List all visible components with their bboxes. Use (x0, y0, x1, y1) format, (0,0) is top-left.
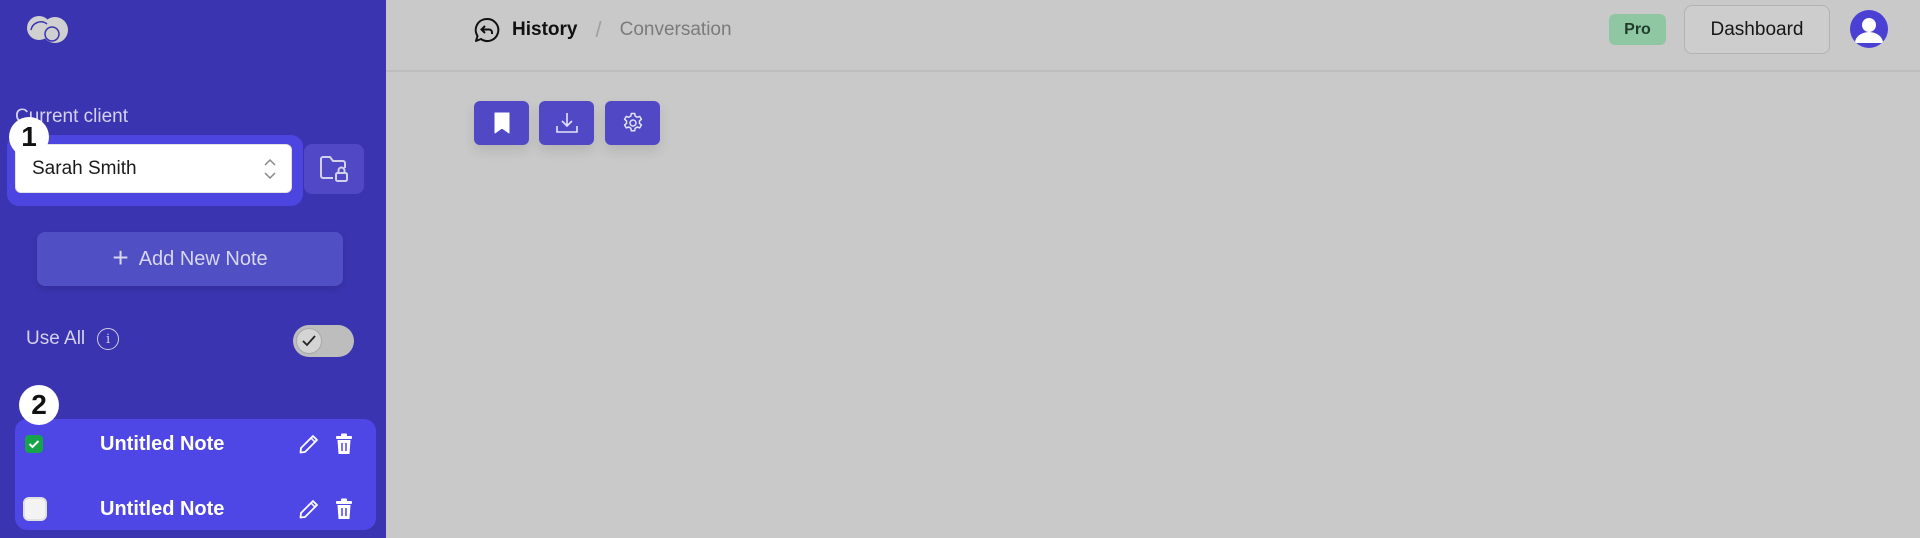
trash-icon[interactable] (335, 433, 353, 455)
breadcrumb-separator: / (595, 17, 602, 42)
step-badge-2: 2 (19, 385, 59, 425)
pencil-icon[interactable] (298, 498, 320, 520)
note-item[interactable]: Untitled Note (15, 424, 376, 464)
locked-folder-button[interactable] (304, 144, 364, 194)
sidebar: Current client 1 Sarah Smith + Add New N… (0, 0, 386, 538)
settings-icon (623, 112, 642, 132)
step-badge-1: 1 (9, 117, 49, 157)
settings-button[interactable] (605, 101, 660, 145)
folder-lock-icon (320, 156, 348, 182)
use-all-toggle[interactable] (293, 325, 354, 357)
pencil-icon[interactable] (298, 433, 320, 455)
note-item[interactable]: Untitled Note (15, 489, 376, 529)
chat-history-icon (474, 17, 500, 42)
client-select-wrapper: Sarah Smith (7, 135, 303, 206)
top-header: History / Conversation Pro Dashboard (386, 0, 1920, 72)
info-icon[interactable]: i (97, 328, 120, 350)
trash-icon[interactable] (335, 498, 353, 520)
use-all-label: Use All (26, 328, 86, 349)
note-checkbox-checked[interactable] (25, 435, 43, 453)
note-title[interactable]: Untitled Note (100, 433, 224, 456)
check-icon (302, 335, 316, 347)
note-title[interactable]: Untitled Note (100, 498, 224, 521)
toggle-knob (296, 328, 322, 354)
use-all-row: Use All i (26, 328, 120, 350)
user-avatar[interactable] (1850, 10, 1888, 48)
notes-list: Untitled Note Untitled Note (15, 419, 376, 530)
breadcrumb-conversation[interactable]: Conversation (620, 19, 732, 41)
bookmark-icon (494, 112, 509, 134)
add-new-note-label: Add New Note (138, 247, 268, 270)
check-icon (28, 440, 40, 449)
bookmark-button[interactable] (474, 101, 529, 145)
app-logo-icon (27, 16, 68, 43)
breadcrumb-history[interactable]: History (512, 19, 577, 41)
note-checkbox-unchecked[interactable] (23, 497, 47, 521)
client-select-value: Sarah Smith (32, 157, 137, 179)
dashboard-button[interactable]: Dashboard (1684, 5, 1830, 54)
client-select[interactable]: Sarah Smith (15, 144, 292, 193)
plan-badge: Pro (1609, 14, 1666, 45)
add-new-note-button[interactable]: + Add New Note (37, 232, 343, 286)
chevron-up-down-icon (264, 158, 276, 180)
download-icon (555, 113, 578, 133)
user-icon (1855, 18, 1883, 43)
download-button[interactable] (539, 101, 594, 145)
breadcrumb: History / Conversation (474, 16, 732, 44)
plus-icon: + (112, 241, 129, 273)
